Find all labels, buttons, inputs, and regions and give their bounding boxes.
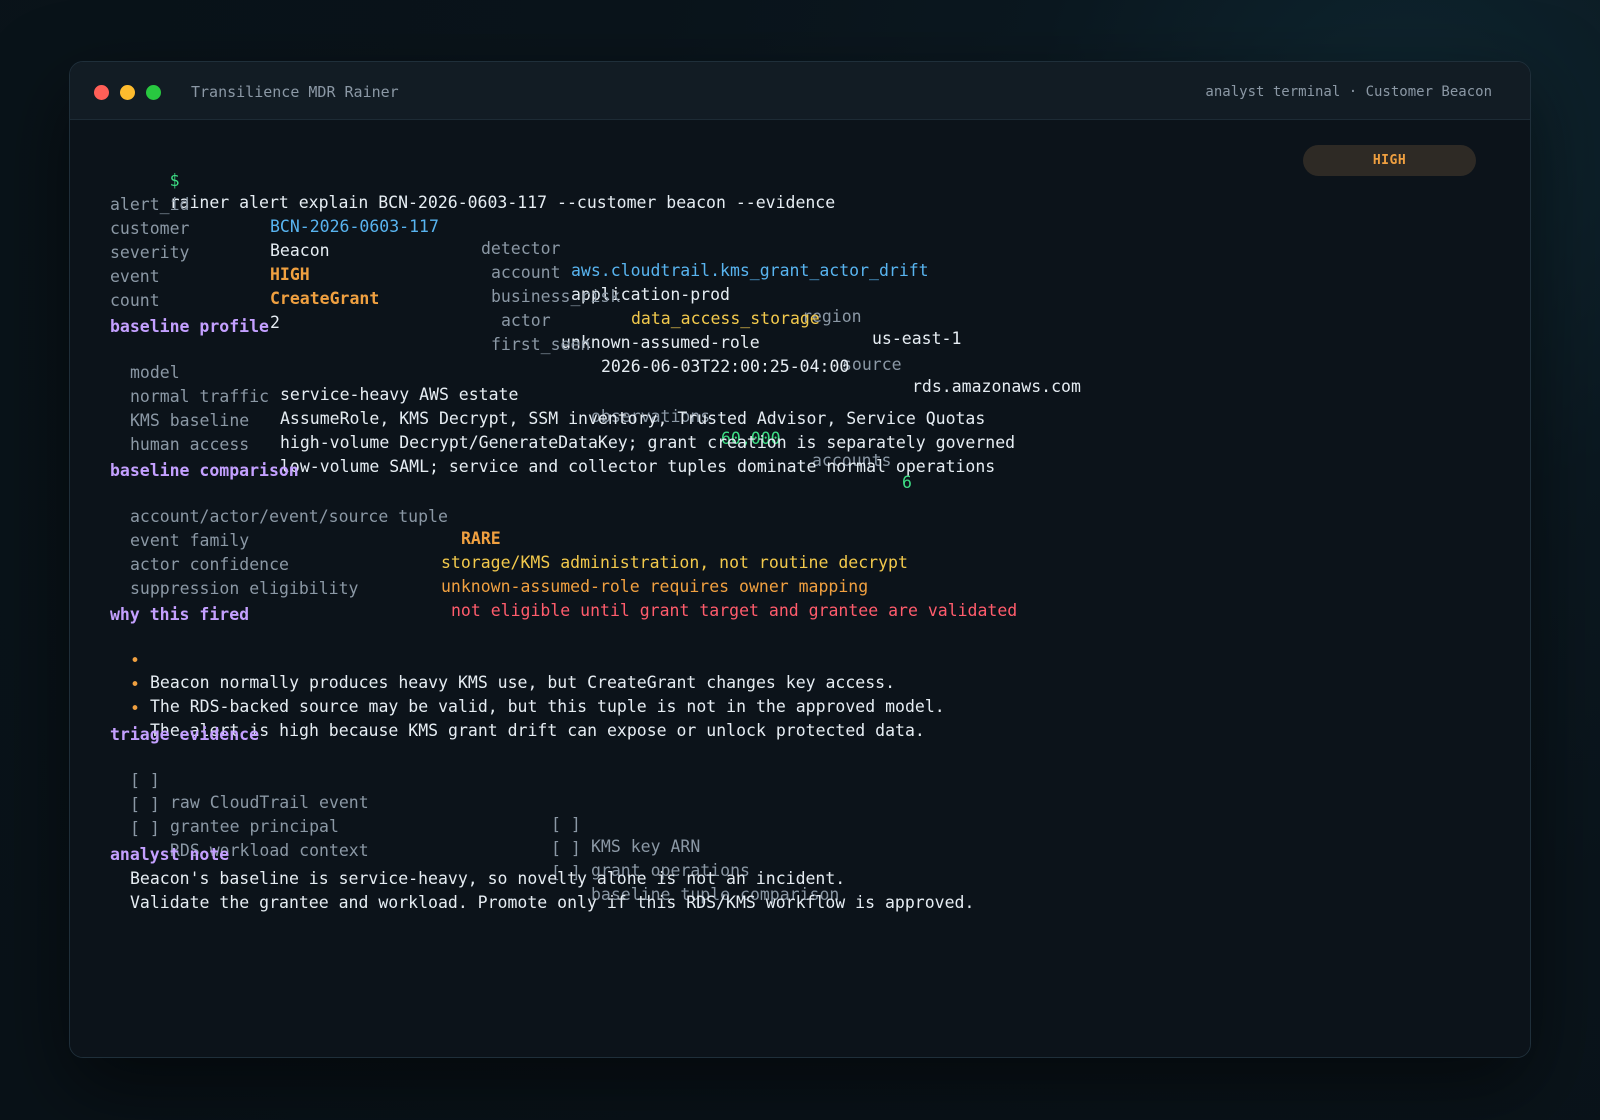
detector-value: aws.cloudtrail.kms_grant_actor_drift <box>571 261 929 280</box>
title-bar: Transilience MDR Rainer analyst terminal… <box>70 62 1530 120</box>
business-risk-label: business_risk <box>491 287 621 306</box>
bullet-icon: • <box>130 699 140 718</box>
suppression-label: suppression eligibility <box>130 579 359 598</box>
triage-item-label: grantee principal <box>170 817 339 836</box>
terminal-output[interactable]: HIGH $ rainer alert explain BCN-2026-060… <box>70 120 1530 1057</box>
model-value: service-heavy AWS estate <box>280 385 519 404</box>
command-line: $ rainer alert explain BCN-2026-0603-117… <box>110 148 836 236</box>
suppression-value: not eligible until grant target and gran… <box>451 601 1018 620</box>
why-fired-text: The RDS-backed source may be valid, but … <box>150 697 945 716</box>
baseline-comparison-heading: baseline comparison <box>110 461 299 480</box>
why-fired-text: Beacon normally produces heavy KMS use, … <box>150 673 896 692</box>
count-label: count <box>110 291 160 310</box>
triage-item-label: raw CloudTrail event <box>170 793 369 812</box>
minimize-window-button[interactable] <box>120 85 135 100</box>
window-context: analyst terminal · Customer Beacon <box>1205 84 1492 100</box>
count-value: 2 <box>270 313 280 332</box>
baseline-profile-heading: baseline profile <box>110 317 269 336</box>
tuple-value: RARE <box>461 529 501 548</box>
terminal-window: Transilience MDR Rainer analyst terminal… <box>69 61 1531 1058</box>
actor-label: actor <box>501 311 551 330</box>
triage-evidence-heading: triage evidence <box>110 725 260 744</box>
close-window-button[interactable] <box>94 85 109 100</box>
why-fired-heading: why this fired <box>110 605 250 624</box>
first-seen-label: first_seen <box>491 335 591 354</box>
analyst-note-line: Beacon's baseline is service-heavy, so n… <box>130 869 846 888</box>
kms-baseline-value: high-volume Decrypt/GenerateDataKey; gra… <box>280 433 1016 452</box>
human-access-label: human access <box>130 435 250 454</box>
maximize-window-button[interactable] <box>146 85 161 100</box>
business-risk-value: data_access_storage <box>631 309 820 328</box>
severity-badge: HIGH <box>1303 145 1476 176</box>
analyst-note-heading: analyst note <box>110 845 230 864</box>
tuple-label: account/actor/event/source tuple <box>130 507 448 526</box>
detector-label: detector <box>481 239 561 258</box>
source-value: rds.amazonaws.com <box>912 377 1081 396</box>
event-value: CreateGrant <box>270 289 380 308</box>
checkbox[interactable]: [ ] <box>130 818 160 840</box>
customer-value: Beacon <box>270 241 330 260</box>
prompt-symbol: $ <box>169 171 180 190</box>
alert-id-value: BCN-2026-0603-117 <box>270 217 439 236</box>
human-access-value: low-volume SAML; service and collector t… <box>280 457 996 476</box>
window-title: Transilience MDR Rainer <box>191 83 399 101</box>
triage-item-label: KMS key ARN <box>591 837 701 856</box>
normal-traffic-value: AssumeRole, KMS Decrypt, SSM inventory, … <box>280 409 986 428</box>
source-label: source <box>842 355 902 374</box>
analyst-note-line: Validate the grantee and workload. Promo… <box>130 893 975 912</box>
severity-value: HIGH <box>270 265 310 284</box>
command-text: rainer alert explain BCN-2026-0603-117 -… <box>169 193 836 212</box>
checkbox[interactable]: [ ] <box>551 838 581 860</box>
actor-value: unknown-assumed-role <box>561 333 760 352</box>
first-seen-value: 2026-06-03T22:00:25-04:00 <box>601 357 850 376</box>
region-value: us-east-1 <box>872 329 962 348</box>
why-fired-text: The alert is high because KMS grant drif… <box>150 721 925 740</box>
account-label: account <box>491 263 561 282</box>
event-family-value: storage/KMS administration, not routine … <box>441 553 908 572</box>
actor-confidence-value: unknown-assumed-role requires owner mapp… <box>441 577 869 596</box>
checkbox[interactable]: [ ] <box>551 814 581 836</box>
